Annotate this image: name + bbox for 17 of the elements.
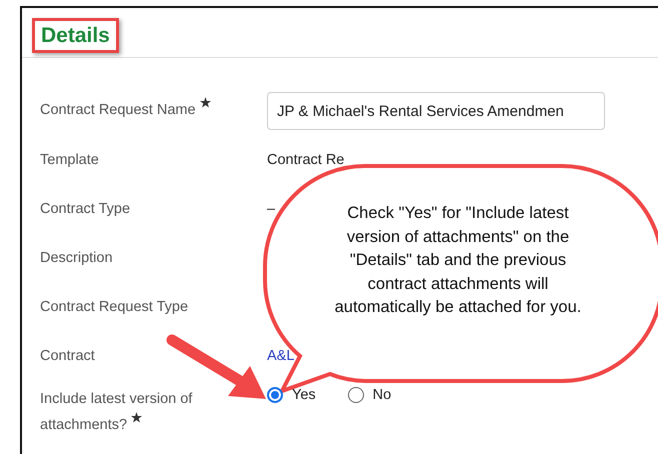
field-value: Contract Re xyxy=(267,151,344,170)
field-value: – xyxy=(267,200,276,219)
option-label: No xyxy=(372,386,392,405)
radio-button[interactable] xyxy=(267,387,283,403)
field-label: Include latest version of attachments? xyxy=(40,391,192,433)
field-label: Contract xyxy=(40,348,95,364)
field-label: Description xyxy=(40,250,113,266)
callout-text: Check "Yes" for "Include latest version of attachments" on the "Details" tab and the previous contract attachments will automatically be attached for you. xyxy=(334,203,582,318)
field-label: Template xyxy=(40,152,99,168)
name-field[interactable]: JP & Michael's Rental Services Amendmen xyxy=(267,92,605,130)
radio-button[interactable] xyxy=(348,387,364,403)
field-label: Contract Request Name xyxy=(40,102,196,118)
field-label: Contract Type xyxy=(40,201,130,217)
contract-link[interactable]: A&L xyxy=(267,342,294,370)
option-label: Yes xyxy=(292,386,316,405)
field-label: Contract Request Type xyxy=(40,299,188,315)
section-title: Details xyxy=(32,18,119,54)
